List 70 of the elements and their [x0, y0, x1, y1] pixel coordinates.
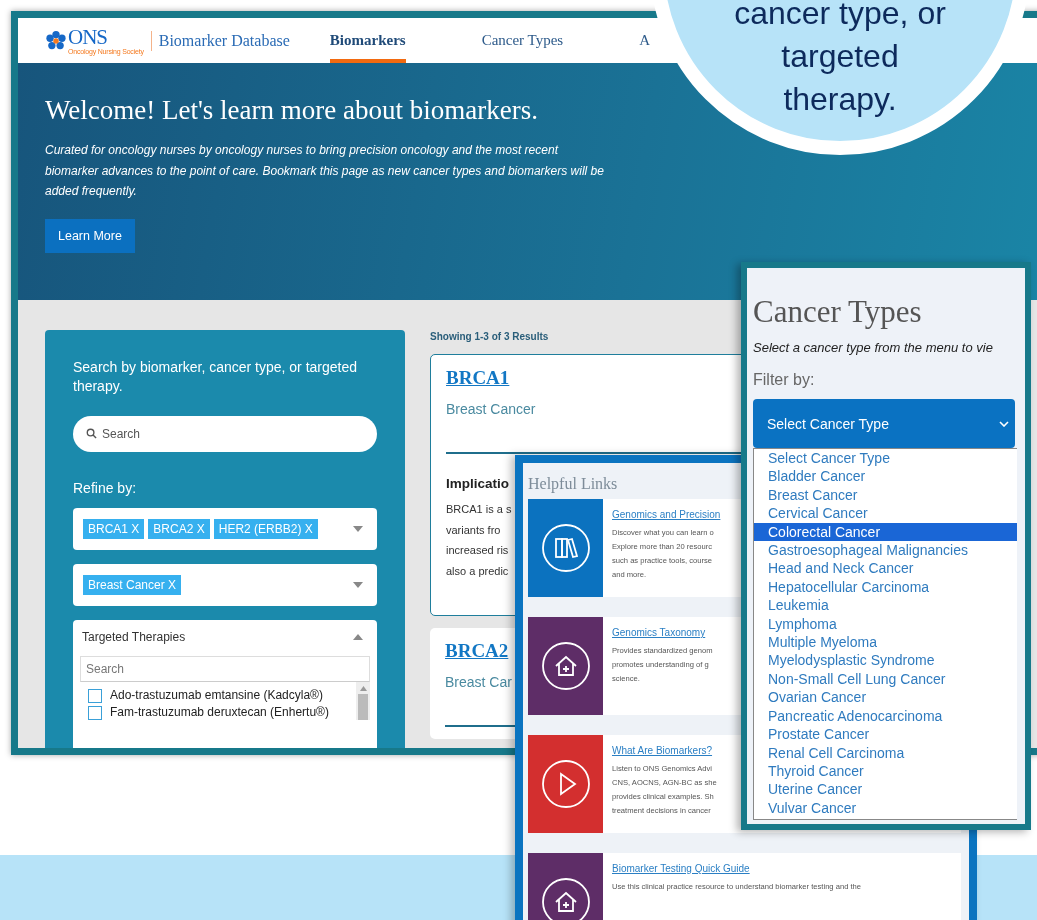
dropdown-option[interactable]: Select Cancer Type: [754, 449, 1017, 468]
nav-link[interactable]: A: [639, 18, 651, 63]
hero-title: Welcome! Let's learn more about biomarkers.: [45, 95, 538, 126]
search-prompt: Search by biomarker, cancer type, or targeted therapy.: [73, 358, 359, 396]
books-icon: [540, 523, 591, 573]
biomarker-link[interactable]: BRCA1: [446, 367, 510, 389]
cancer-type-label: Breast Car: [445, 674, 512, 690]
dropdown-option[interactable]: Vulvar Cancer: [754, 798, 1017, 818]
learn-more-button[interactable]: Learn More: [45, 218, 135, 253]
dropdown-option[interactable]: Colorectal Cancer: [754, 522, 1017, 542]
house-plus-icon: [540, 877, 591, 920]
logo-wordmark: ONS: [68, 26, 107, 48]
caret-down-icon: [353, 526, 363, 532]
cancer-type-label: Breast Cancer: [446, 401, 536, 417]
dropdown-option[interactable]: Ovarian Cancer: [754, 688, 1017, 707]
cancer-types-instructions: Select a cancer type from the menu to vie: [753, 340, 993, 355]
dropdown-option[interactable]: Pancreatic Adenocarcinoma: [754, 706, 1017, 726]
dropdown-option[interactable]: Prostate Cancer: [754, 725, 1017, 744]
resource-link[interactable]: Genomics and Precision: [612, 509, 721, 520]
resource-link[interactable]: What Are Biomarkers?: [612, 745, 713, 756]
helpful-links-title: Helpful Links: [528, 475, 618, 493]
checkbox[interactable]: [88, 688, 102, 703]
dropdown-option[interactable]: Thyroid Cancer: [754, 761, 1017, 781]
checkbox[interactable]: [88, 705, 102, 720]
dropdown-option[interactable]: Cervical Cancer: [754, 504, 1017, 523]
dropdown-option[interactable]: Head and Neck Cancer: [754, 559, 1017, 578]
dropdown-option[interactable]: Myelodysplastic Syndrome: [754, 651, 1017, 670]
caret-down-icon: [353, 582, 363, 588]
multiselect-field[interactable]: Breast Cancer X: [73, 564, 377, 606]
therapy-option[interactable]: Fam-trastuzumab deruxtecan (Enhertu®): [110, 705, 350, 720]
scrollbar[interactable]: [356, 682, 370, 720]
search-icon: [86, 428, 97, 439]
flower-logo-icon: [45, 29, 67, 52]
dropdown-option[interactable]: Hepatocellular Carcinoma: [754, 577, 1017, 597]
filter-tag[interactable]: Breast Cancer X: [83, 575, 182, 595]
filter-tag[interactable]: HER2 (ERBB2) X: [213, 519, 318, 539]
section-heading: Implicatio: [446, 476, 509, 491]
site-title[interactable]: Biomarker Database: [150, 30, 290, 51]
hero-description: Curated for oncology nurses by oncology nurses to bring precision oncology and the most recent biomarker advances to the point of care. Bookmark this page as new cancer types and biomarkers will be added frequently.: [45, 142, 605, 200]
caret-up-icon[interactable]: [353, 634, 363, 640]
dropdown-option[interactable]: Non-Small Cell Lung Cancer: [754, 669, 1017, 689]
play-icon: [540, 759, 591, 809]
filter-label: Filter by:: [753, 371, 815, 389]
filter-tag[interactable]: BRCA2 X: [148, 519, 210, 539]
results-summary: Showing 1-3 of 3 Results: [430, 331, 550, 342]
dropdown-option[interactable]: Lymphoma: [754, 614, 1017, 634]
search-field[interactable]: Search: [73, 416, 377, 452]
biomarker-description: BRCA1 is a s variants fro increased ris also a predic: [446, 502, 512, 579]
dropdown-option[interactable]: Gastroesophageal Malignancies: [754, 541, 1017, 560]
dropdown-option[interactable]: Renal Cell Carcinoma: [754, 743, 1017, 762]
dropdown-option[interactable]: Multiple Myeloma: [754, 633, 1017, 652]
dropdown-option[interactable]: Bladder Cancer: [754, 467, 1017, 486]
scroll-up-arrow-icon[interactable]: [359, 686, 367, 691]
therapy-option[interactable]: Ado-trastuzumab emtansine (Kadcyla®): [110, 688, 350, 703]
refine-label: Refine by:: [73, 480, 138, 496]
filter-title[interactable]: Targeted Therapies: [82, 630, 186, 644]
cancer-types-title: Cancer Types: [753, 294, 922, 330]
resource-link[interactable]: Genomics Taxonomy: [612, 627, 706, 638]
biomarker-link[interactable]: BRCA2: [445, 640, 509, 662]
therapy-search-field[interactable]: Search: [80, 656, 370, 682]
dropdown-option[interactable]: Leukemia: [754, 596, 1017, 615]
callout-text: cancer type, or targeted therapy.: [734, 0, 946, 119]
resource-link[interactable]: Biomarker Testing Quick Guide: [612, 863, 750, 874]
filter-tag[interactable]: BRCA1 X: [83, 519, 145, 539]
multiselect-field[interactable]: BRCA1 X BRCA2 X HER2 (ERBB2) X: [73, 508, 377, 550]
cancer-type-dropdown[interactable]: Select Cancer Type: [753, 399, 1015, 448]
dropdown-option[interactable]: Uterine Cancer: [754, 780, 1017, 799]
nav-link[interactable]: Cancer Types: [481, 18, 564, 63]
dropdown-option[interactable]: Breast Cancer: [754, 485, 1017, 505]
house-plus-icon: [540, 641, 591, 691]
